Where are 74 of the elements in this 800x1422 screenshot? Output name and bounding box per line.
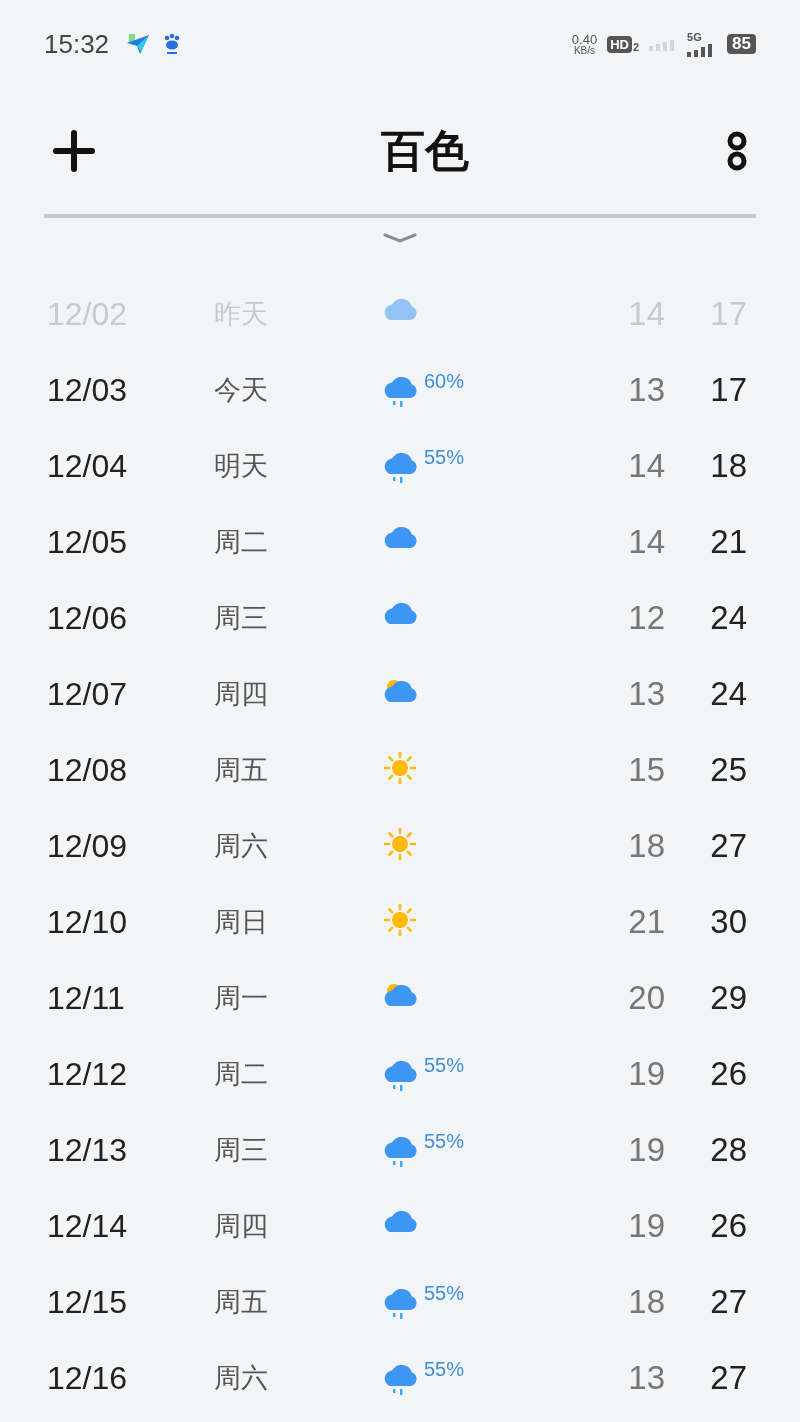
forecast-day: 明天 [214, 448, 380, 484]
forecast-date: 12/03 [47, 371, 129, 409]
high-temperature: 25 [709, 751, 747, 789]
low-temperature: 13 [627, 371, 665, 409]
high-temperature: 28 [709, 1131, 747, 1169]
high-temperature: 27 [709, 1283, 747, 1321]
add-icon[interactable] [52, 129, 96, 173]
forecast-date: 12/12 [47, 1055, 129, 1093]
forecast-date: 12/04 [47, 447, 129, 485]
precipitation-chance: 55% [424, 1130, 465, 1153]
battery-indicator: 85 [727, 34, 756, 54]
low-temperature: 21 [627, 903, 665, 941]
forecast-day: 周四 [214, 676, 380, 712]
forecast-date: 12/07 [47, 675, 129, 713]
city-title: 百色 [381, 124, 469, 177]
high-temperature: 26 [709, 1207, 747, 1245]
low-temperature: 14 [627, 447, 665, 485]
forecast-day: 周五 [214, 752, 380, 788]
clock-time: 15:32 [44, 28, 110, 60]
forecast-date: 12/09 [47, 827, 129, 865]
precipitation-chance: 55% [424, 1358, 465, 1381]
forecast-day: 周三 [214, 1132, 380, 1168]
high-temperature: 21 [709, 523, 747, 561]
more-icon[interactable] [726, 131, 748, 171]
high-temperature: 27 [709, 1359, 747, 1397]
low-temperature: 18 [627, 827, 665, 865]
chevron-down-icon[interactable] [383, 232, 417, 244]
low-temperature: 19 [627, 1055, 665, 1093]
forecast-date: 12/05 [47, 523, 129, 561]
forecast-day: 周日 [214, 904, 380, 940]
low-temperature: 13 [627, 1359, 665, 1397]
forecast-date: 12/06 [47, 599, 129, 637]
hd-badge: HD [607, 35, 632, 53]
low-temperature: 12 [627, 599, 665, 637]
high-temperature: 17 [709, 371, 747, 409]
high-temperature: 30 [709, 903, 747, 941]
forecast-day: 周六 [214, 828, 380, 864]
sim-number: 2 [632, 41, 640, 53]
forecast-date: 12/08 [47, 751, 129, 789]
forecast-day: 周二 [214, 1056, 380, 1092]
low-temperature: 20 [627, 979, 665, 1017]
paper-plane-icon [125, 32, 152, 56]
high-temperature: 24 [709, 675, 747, 713]
forecast-day: 周二 [214, 524, 380, 560]
forecast-date: 12/16 [47, 1359, 129, 1397]
low-temperature: 19 [627, 1131, 665, 1169]
forecast-day: 周六 [214, 1360, 380, 1396]
forecast-date: 12/14 [47, 1207, 129, 1245]
high-temperature: 29 [709, 979, 747, 1017]
high-temperature: 27 [709, 827, 747, 865]
precipitation-chance: 55% [424, 1282, 465, 1305]
low-temperature: 14 [627, 523, 665, 561]
forecast-day: 周四 [214, 1208, 380, 1244]
forecast-day: 周三 [214, 600, 380, 636]
high-temperature: 26 [709, 1055, 747, 1093]
speed-unit: KB/s [573, 45, 596, 56]
forecast-day: 周五 [214, 1284, 380, 1320]
low-temperature: 13 [627, 675, 665, 713]
low-temperature: 18 [627, 1283, 665, 1321]
precipitation-chance: 55% [424, 446, 465, 469]
forecast-date: 12/13 [47, 1131, 129, 1169]
low-temperature: 15 [627, 751, 665, 789]
precipitation-chance: 60% [424, 370, 465, 393]
high-temperature: 24 [709, 599, 747, 637]
forecast-day: 周一 [214, 980, 380, 1016]
forecast-day: 今天 [214, 372, 380, 408]
precipitation-chance: 55% [424, 1054, 465, 1077]
high-temperature: 18 [709, 447, 747, 485]
forecast-date: 12/15 [47, 1283, 129, 1321]
forecast-date: 12/10 [47, 903, 129, 941]
network-speed: 0.40 [571, 32, 598, 46]
low-temperature: 19 [627, 1207, 665, 1245]
network-type: 5G [687, 31, 702, 43]
forecast-date: 12/11 [47, 979, 126, 1017]
